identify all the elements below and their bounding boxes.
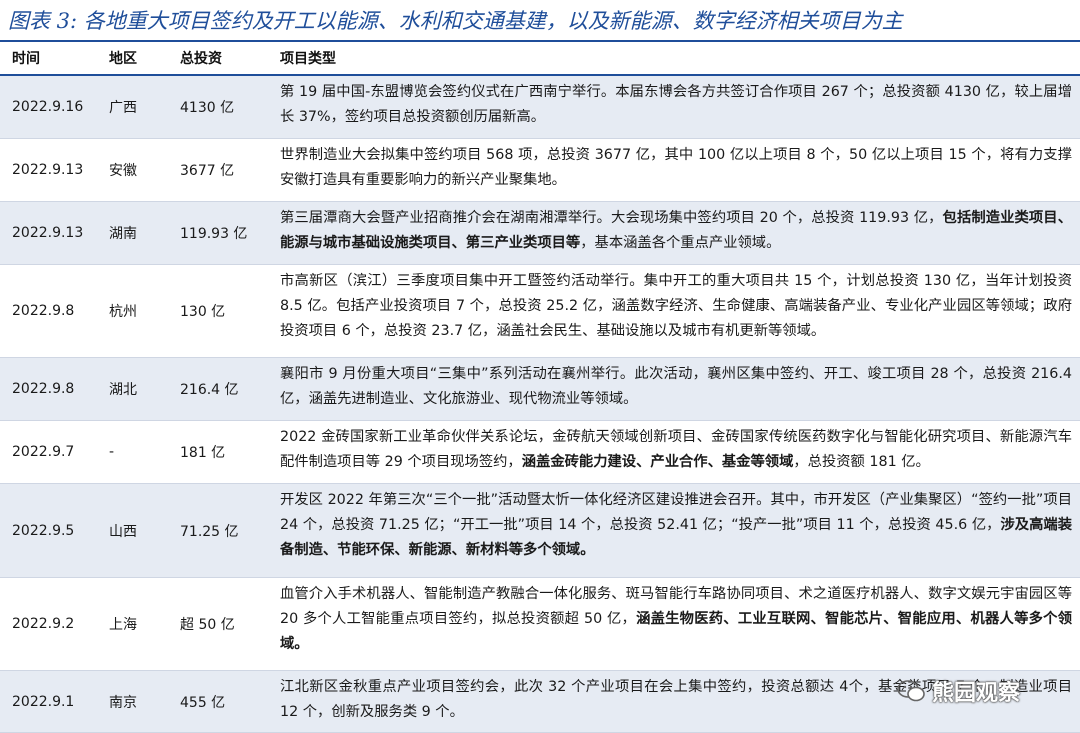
row-project-type: 第三届潭商大会暨产业招商推介会在湖南湘潭举行。大会现场集中签约项目 20 个，总… bbox=[280, 202, 1072, 264]
row-region: 湖北 bbox=[109, 382, 137, 398]
row-date: 2022.9.8 bbox=[12, 381, 75, 397]
watermark-text: 熊园观察 bbox=[932, 681, 1021, 706]
row-date: 2022.9.2 bbox=[12, 616, 75, 632]
description-text: ，总投资额 181 亿。 bbox=[793, 454, 930, 470]
description-text: ，基本涵盖各个重点产业领域。 bbox=[580, 235, 781, 251]
row-invest: 181 亿 bbox=[180, 445, 226, 461]
table-row: 2022.9.2 上海 超 50 亿 血管介入手术机器人、智能制造产教融合一体化服务、… bbox=[0, 578, 1080, 671]
figure-title: 图表 3: 各地重大项目签约及开工以能源、水利和交通基建，以及新能源、数字经济相… bbox=[8, 9, 903, 33]
description-text: 第 19 届中国-东盟博览会签约仪式在广西南宁举行。本届东博会各方共签订合作项目… bbox=[280, 84, 1072, 125]
row-date: 2022.9.13 bbox=[12, 162, 84, 178]
description-text: 襄阳市 9 月份重大项目“三集中”系列活动在襄州举行。此次活动，襄州区集中签约、… bbox=[280, 366, 1072, 407]
row-invest: 超 50 亿 bbox=[180, 617, 235, 633]
header-date: 时间 bbox=[12, 51, 40, 67]
table-row: 2022.9.7 - 181 亿 2022 金砖国家新工业革命伙伴关系论坛，金砖航天领… bbox=[0, 421, 1080, 484]
row-region: 山西 bbox=[109, 523, 137, 540]
header-invest: 总投资 bbox=[180, 51, 222, 67]
row-region: 湖南 bbox=[109, 226, 137, 242]
row-region: 广西 bbox=[109, 100, 137, 116]
header-region: 地区 bbox=[109, 51, 137, 67]
description-text: 第三届潭商大会暨产业招商推介会在湖南湘潭举行。大会现场集中签约项目 20 个，总… bbox=[280, 210, 943, 226]
row-project-type: 血管介入手术机器人、智能制造产教融合一体化服务、斑马智能行车路协同项目、术之道医… bbox=[280, 578, 1072, 670]
row-invest: 216.4 亿 bbox=[180, 382, 239, 398]
row-project-type: 第 19 届中国-东盟博览会签约仪式在广西南宁举行。本届东博会各方共签订合作项目… bbox=[280, 76, 1072, 138]
table-row: 2022.9.13 安徽 3677 亿 世界制造业大会拟集中签约项目 568 项，总投… bbox=[0, 139, 1080, 202]
row-region: 杭州 bbox=[109, 304, 137, 320]
row-invest: 119.93 亿 bbox=[180, 226, 248, 242]
row-project-type: 襄阳市 9 月份重大项目“三集中”系列活动在襄州举行。此次活动，襄州区集中签约、… bbox=[280, 358, 1072, 420]
row-region: 上海 bbox=[109, 617, 137, 633]
row-project-type: 开发区 2022 年第三次“三个一批”活动暨太忻一体化经济区建设推进会召开。其中… bbox=[280, 484, 1072, 577]
table-row: 2022.9.16 广西 4130 亿 第 19 届中国-东盟博览会签约仪式在广西南宁… bbox=[0, 76, 1080, 139]
row-region: - bbox=[109, 444, 115, 460]
table-row: 2022.9.13 湖南 119.93 亿 第三届潭商大会暨产业招商推介会在湖南湘潭举… bbox=[0, 202, 1080, 265]
table-row: 2022.9.5 山西 71.25 亿 开发区 2022 年第三次“三个一批”活动暨太… bbox=[0, 484, 1080, 578]
row-invest: 130 亿 bbox=[180, 304, 226, 320]
row-date: 2022.9.7 bbox=[12, 444, 75, 460]
description-text: 江北新区金秋重点产业项目签约会，此次 32 个产业项目在会上集中签约，投资总额达… bbox=[280, 679, 849, 695]
table-row: 2022.9.8 湖北 216.4 亿 襄阳市 9 月份重大项目“三集中”系列活动在襄… bbox=[0, 358, 1080, 421]
row-date: 2022.9.1 bbox=[12, 693, 75, 710]
row-project-type: 2022 金砖国家新工业革命伙伴关系论坛，金砖航天领域创新项目、金砖国家传统医药… bbox=[280, 421, 1072, 483]
description-text: 开发区 2022 年第三次“三个一批”活动暨太忻一体化经济区建设推进会召开。其中… bbox=[280, 492, 1072, 533]
row-invest: 4130 亿 bbox=[180, 100, 235, 116]
description-text: 市高新区（滨江）三季度项目集中开工暨签约活动举行。集中开工的重大项目共 15 个… bbox=[280, 273, 1072, 339]
row-project-type: 世界制造业大会拟集中签约项目 568 项，总投资 3677 亿，其中 100 亿… bbox=[280, 139, 1072, 201]
watermark: 熊园观察 bbox=[896, 674, 1046, 708]
row-invest: 71.25 亿 bbox=[180, 523, 239, 540]
row-invest: 455 亿 bbox=[180, 694, 226, 711]
row-invest: 3677 亿 bbox=[180, 163, 235, 179]
row-date: 2022.9.5 bbox=[12, 522, 75, 539]
row-date: 2022.9.16 bbox=[12, 99, 84, 115]
title-divider bbox=[0, 40, 1080, 42]
header-type: 项目类型 bbox=[280, 51, 336, 67]
row-project-type: 市高新区（滨江）三季度项目集中开工暨签约活动举行。集中开工的重大项目共 15 个… bbox=[280, 265, 1072, 357]
table-row: 2022.9.8 杭州 130 亿 市高新区（滨江）三季度项目集中开工暨签约活动举行。… bbox=[0, 265, 1080, 358]
highlight-text: 涵盖金砖能力建设、产业合作、基金等领域 bbox=[521, 454, 794, 470]
row-date: 2022.9.13 bbox=[12, 225, 84, 241]
description-text: 世界制造业大会拟集中签约项目 568 项，总投资 3677 亿，其中 100 亿… bbox=[280, 147, 1072, 188]
row-region: 安徽 bbox=[109, 163, 137, 179]
wechat-icon bbox=[897, 680, 925, 702]
row-region: 南京 bbox=[109, 694, 137, 711]
table-header: 时间 地区 总投资 项目类型 bbox=[0, 44, 1080, 74]
row-date: 2022.9.8 bbox=[12, 303, 75, 319]
